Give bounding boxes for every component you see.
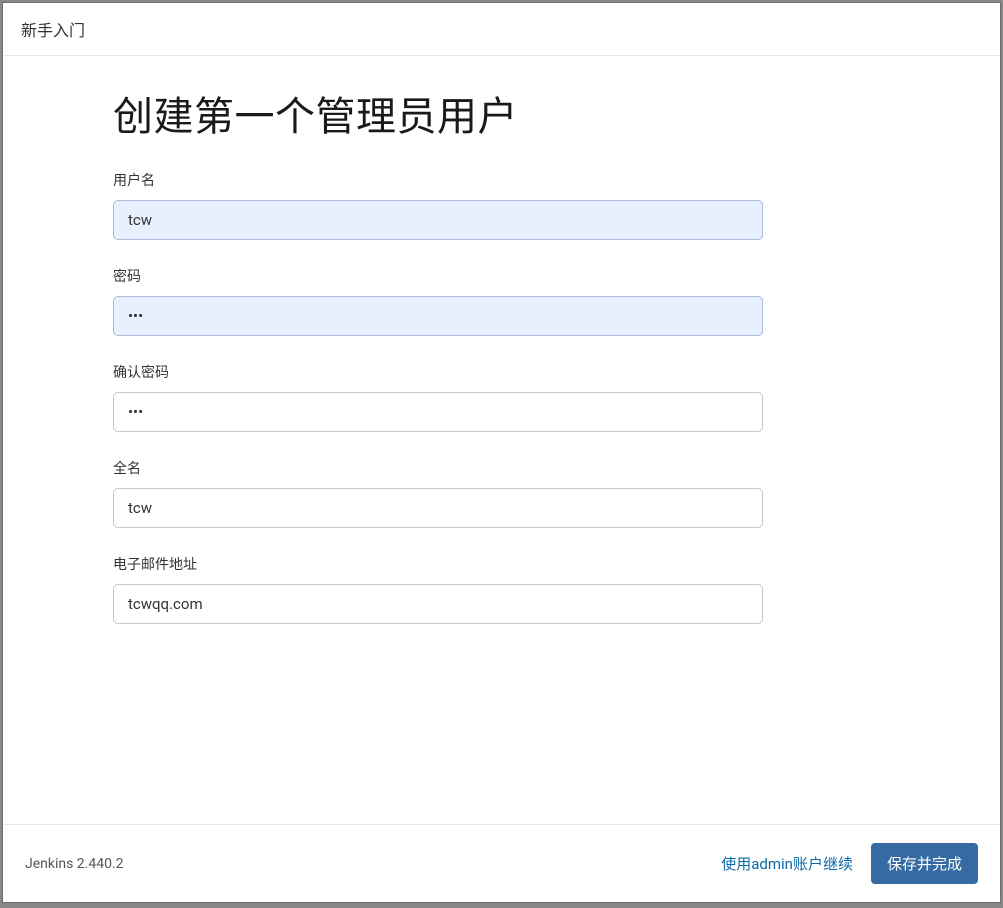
- modal-content: 创建第一个管理员用户 用户名 密码 确认密码 全名 电子邮件地址: [3, 56, 1000, 824]
- confirm-password-label: 确认密码: [113, 362, 890, 382]
- username-field-group: 用户名: [113, 170, 890, 240]
- version-text: Jenkins 2.440.2: [25, 856, 124, 872]
- page-title: 创建第一个管理员用户: [113, 84, 890, 142]
- password-input[interactable]: [113, 296, 763, 336]
- username-label: 用户名: [113, 170, 890, 190]
- footer-actions: 使用admin账户继续 保存并完成: [721, 843, 978, 884]
- password-field-group: 密码: [113, 266, 890, 336]
- modal-footer: Jenkins 2.440.2 使用admin账户继续 保存并完成: [3, 824, 1000, 902]
- header-title: 新手入门: [21, 21, 85, 40]
- email-field-group: 电子邮件地址: [113, 554, 890, 624]
- confirm-password-input[interactable]: [113, 392, 763, 432]
- confirm-password-field-group: 确认密码: [113, 362, 890, 432]
- password-label: 密码: [113, 266, 890, 286]
- email-label: 电子邮件地址: [113, 554, 890, 574]
- email-input[interactable]: [113, 584, 763, 624]
- setup-wizard-modal: 新手入门 创建第一个管理员用户 用户名 密码 确认密码 全名 电子邮件地址 Je…: [3, 3, 1000, 902]
- fullname-label: 全名: [113, 458, 890, 478]
- skip-button[interactable]: 使用admin账户继续: [721, 853, 853, 874]
- username-input[interactable]: [113, 200, 763, 240]
- save-button[interactable]: 保存并完成: [871, 843, 978, 884]
- modal-header: 新手入门: [3, 3, 1000, 56]
- fullname-input[interactable]: [113, 488, 763, 528]
- fullname-field-group: 全名: [113, 458, 890, 528]
